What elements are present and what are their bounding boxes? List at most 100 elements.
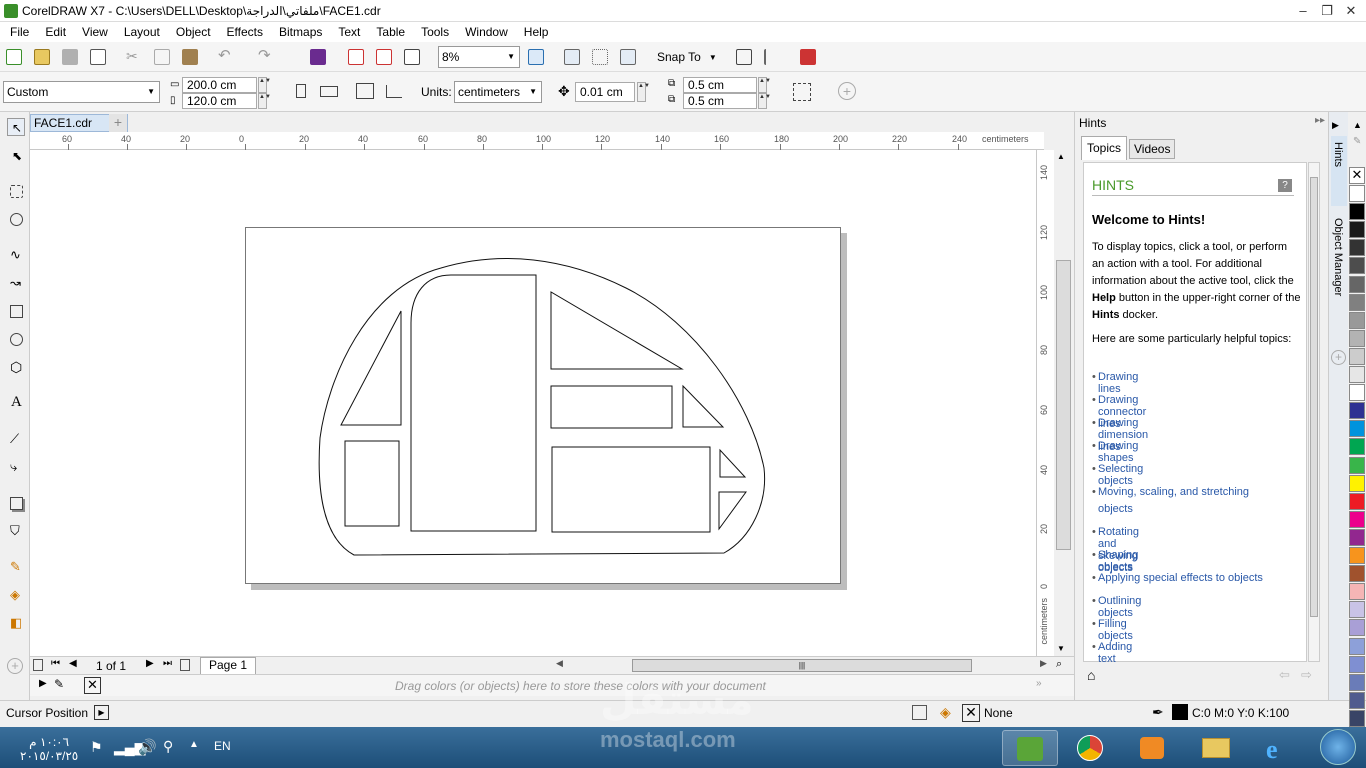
home-icon[interactable]: ⌂ bbox=[1087, 667, 1095, 683]
docker-tab-hints[interactable]: Hints bbox=[1331, 136, 1347, 206]
docker-tab-object-manager[interactable]: Object Manager bbox=[1331, 212, 1347, 317]
last-page-icon[interactable]: ⏭ bbox=[163, 658, 172, 669]
duplicate-x-field[interactable]: 0.5 cm bbox=[683, 77, 757, 93]
copy-icon[interactable] bbox=[154, 49, 170, 65]
document-page[interactable] bbox=[245, 227, 841, 584]
palette-swatch[interactable] bbox=[1349, 438, 1365, 456]
palette-swatch[interactable] bbox=[1349, 347, 1365, 365]
add-page-after-icon[interactable] bbox=[180, 659, 190, 671]
show-hidden-icons[interactable]: ▲ bbox=[189, 739, 199, 750]
topic-special-effects[interactable]: Applying special effects to objects bbox=[1098, 572, 1263, 584]
page-width-field[interactable]: 200.0 cm bbox=[182, 77, 257, 93]
palette-scroll-up-icon[interactable]: ▲ bbox=[1353, 120, 1362, 130]
palette-swatch[interactable] bbox=[1349, 221, 1365, 239]
landscape-icon[interactable] bbox=[320, 86, 338, 97]
zoom-tool-icon[interactable] bbox=[7, 210, 25, 228]
palette-swatch[interactable] bbox=[1349, 366, 1365, 383]
bicycle-frame-drawing[interactable] bbox=[246, 228, 842, 585]
no-fill-swatch[interactable]: ✕ bbox=[1349, 167, 1365, 184]
fill-none-swatch[interactable]: ✕ bbox=[962, 704, 980, 722]
palette-swatch[interactable] bbox=[1349, 275, 1365, 293]
palette-swatch[interactable] bbox=[1349, 709, 1365, 727]
interactive-fill-icon[interactable]: ◈ bbox=[7, 586, 25, 604]
topic-drawing-shapes[interactable]: Drawing shapes bbox=[1098, 440, 1138, 464]
rectangle-tool-icon[interactable] bbox=[7, 302, 25, 320]
palette-swatch[interactable] bbox=[1349, 474, 1365, 492]
menu-object[interactable]: Object bbox=[168, 22, 219, 42]
portrait-icon[interactable] bbox=[296, 84, 306, 98]
save-icon[interactable] bbox=[62, 49, 78, 65]
text-tool-icon[interactable]: A bbox=[7, 394, 25, 412]
forward-arrow-icon[interactable]: ⇨ bbox=[1301, 667, 1312, 683]
menu-window[interactable]: Window bbox=[457, 22, 516, 42]
new-document-icon[interactable] bbox=[6, 49, 22, 65]
palette-swatch[interactable] bbox=[1349, 528, 1365, 546]
topic-moving-scaling[interactable]: Moving, scaling, and stretching objects bbox=[1098, 484, 1284, 518]
previous-page-icon[interactable]: ◀ bbox=[69, 658, 77, 669]
taskbar-internet-explorer[interactable]: e bbox=[1250, 730, 1306, 766]
palette-swatch[interactable] bbox=[1349, 384, 1365, 402]
vertical-scrollbar[interactable]: ▲ ▼ bbox=[1054, 150, 1074, 658]
tab-videos[interactable]: Videos bbox=[1129, 139, 1176, 159]
shape-tool-icon[interactable]: ⬉ bbox=[7, 146, 25, 164]
add-preset-icon[interactable]: + bbox=[838, 82, 856, 100]
duplicate-x-spinner[interactable]: ▲▼ bbox=[758, 77, 771, 93]
docker-expand-icon[interactable]: ▶ bbox=[1332, 120, 1339, 131]
scroll-right-icon[interactable]: ▶ bbox=[1040, 658, 1047, 669]
status-expand-icon[interactable]: ▶ bbox=[94, 705, 109, 720]
palette-scroll-icon[interactable]: » bbox=[1036, 678, 1042, 689]
palette-swatch[interactable] bbox=[1349, 619, 1365, 637]
taskbar-chrome[interactable] bbox=[1063, 730, 1119, 766]
zoom-level-select[interactable]: 8% ▼ bbox=[438, 46, 520, 68]
topic-adding-text[interactable]: Adding text bbox=[1098, 641, 1132, 665]
back-arrow-icon[interactable]: ⇦ bbox=[1279, 667, 1290, 683]
welcome-screen-icon[interactable] bbox=[800, 49, 816, 65]
menu-view[interactable]: View bbox=[74, 22, 116, 42]
menu-file[interactable]: File bbox=[2, 22, 37, 42]
redo-icon[interactable]: ↷ bbox=[258, 48, 274, 65]
zoom-to-page-icon[interactable] bbox=[528, 49, 544, 65]
zoom-corner-icon[interactable]: ⌕ bbox=[1056, 658, 1062, 671]
connector-tool-icon[interactable]: ⤷ bbox=[7, 458, 25, 476]
menu-text[interactable]: Text bbox=[330, 22, 368, 42]
outline-color-swatch[interactable] bbox=[1172, 704, 1188, 720]
taskbar-media-player[interactable] bbox=[1124, 730, 1180, 766]
menu-effects[interactable]: Effects bbox=[219, 22, 271, 42]
eyedropper-icon[interactable]: ✎ bbox=[7, 558, 25, 576]
add-page-before-icon[interactable] bbox=[33, 659, 43, 671]
scroll-up-icon[interactable]: ▲ bbox=[1057, 152, 1065, 161]
freehand-tool-icon[interactable]: ∿ bbox=[7, 246, 25, 264]
cut-icon[interactable]: ✂ bbox=[126, 49, 142, 65]
eyedropper-icon[interactable]: ✎ bbox=[54, 677, 64, 691]
palette-swatch[interactable] bbox=[1349, 185, 1365, 202]
page-tab-1[interactable]: Page 1 bbox=[200, 657, 257, 674]
palette-swatch[interactable] bbox=[1349, 293, 1365, 311]
palette-swatch[interactable] bbox=[1349, 203, 1365, 221]
taskbar-coreldraw[interactable] bbox=[1002, 730, 1058, 766]
palette-swatch[interactable] bbox=[1349, 637, 1365, 655]
duplicate-y-spinner[interactable]: ▲▼ bbox=[758, 93, 771, 109]
color-proof-icon[interactable] bbox=[912, 705, 927, 720]
publish-pdf-icon[interactable] bbox=[404, 49, 420, 65]
menu-edit[interactable]: Edit bbox=[37, 22, 74, 42]
flag-icon[interactable]: ⚑ bbox=[90, 739, 103, 756]
page-size-preset-select[interactable]: Custom ▼ bbox=[3, 81, 160, 103]
pick-tool-icon[interactable]: ↖ bbox=[7, 118, 25, 136]
hints-scroll-thumb[interactable] bbox=[1310, 177, 1318, 617]
topic-filling-objects[interactable]: Filling objects bbox=[1098, 618, 1133, 642]
close-button[interactable]: ✕ bbox=[1336, 0, 1366, 22]
palette-swatch[interactable] bbox=[1349, 510, 1365, 528]
nudge-distance-field[interactable]: 0.01 cm bbox=[575, 82, 635, 102]
current-page-icon[interactable] bbox=[386, 85, 402, 98]
palette-swatch[interactable] bbox=[1349, 547, 1365, 564]
rulers-icon[interactable] bbox=[564, 49, 580, 65]
new-tab-button[interactable]: + bbox=[109, 114, 127, 132]
undo-icon[interactable]: ↶ bbox=[218, 48, 234, 65]
duplicate-y-field[interactable]: 0.5 cm bbox=[683, 93, 757, 109]
menu-help[interactable]: Help bbox=[516, 22, 557, 42]
print-icon[interactable] bbox=[90, 49, 106, 65]
drop-shadow-icon[interactable] bbox=[7, 494, 25, 512]
vertical-scroll-thumb[interactable] bbox=[1056, 260, 1071, 550]
palette-swatch[interactable] bbox=[1349, 311, 1365, 329]
palette-swatch[interactable] bbox=[1349, 456, 1365, 474]
